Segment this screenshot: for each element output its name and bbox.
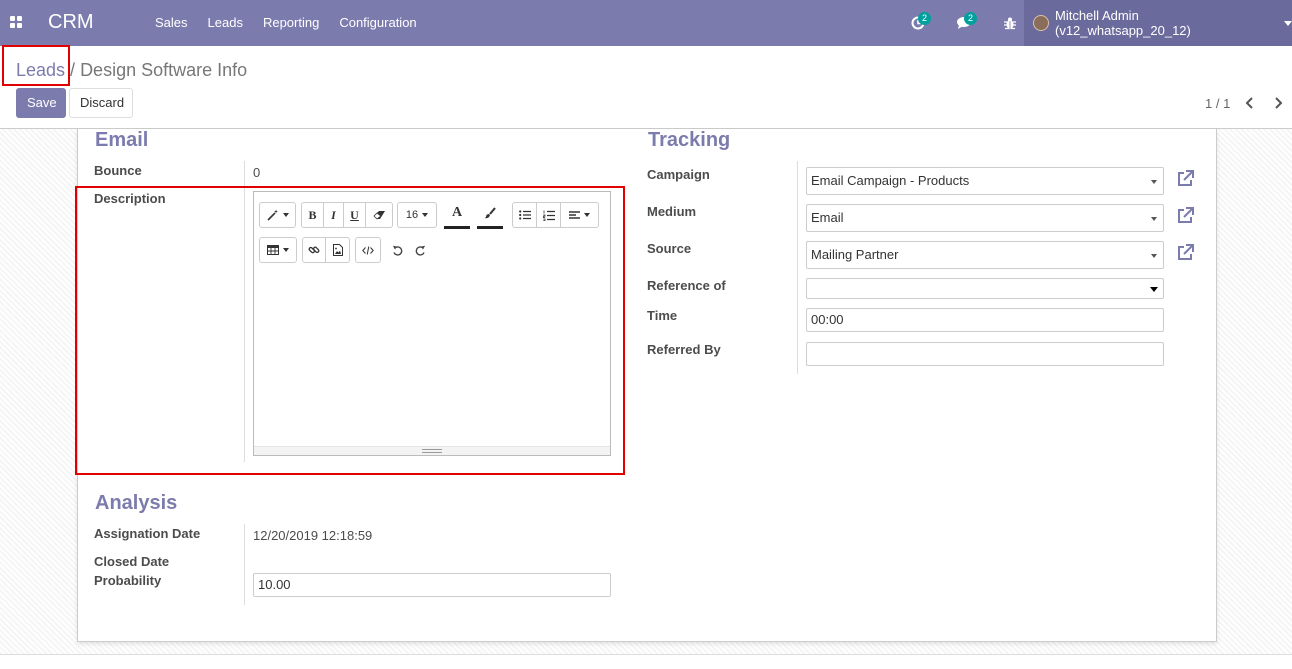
assignation-date-label: Assignation Date bbox=[94, 526, 201, 541]
chevron-down-icon bbox=[1150, 287, 1158, 292]
external-link-icon[interactable] bbox=[1175, 243, 1195, 263]
avatar bbox=[1033, 15, 1049, 31]
source-value: Mailing Partner bbox=[811, 247, 899, 262]
highlight-box-description bbox=[75, 186, 625, 475]
highlight-box-leads bbox=[2, 45, 70, 86]
bug-icon bbox=[1004, 17, 1016, 29]
analysis-section-title: Analysis bbox=[95, 492, 178, 514]
chevron-left-icon[interactable] bbox=[1244, 97, 1256, 109]
menu-item-sales[interactable]: Sales bbox=[145, 0, 198, 46]
divider bbox=[244, 524, 245, 605]
medium-select[interactable]: Email bbox=[806, 204, 1164, 232]
top-navbar: CRM Sales Leads Reporting Configuration … bbox=[0, 0, 1292, 46]
assignation-date-value: 12/20/2019 12:18:59 bbox=[253, 528, 373, 543]
closed-date-label: Closed Date bbox=[94, 554, 170, 569]
pager-value[interactable]: 1 / 1 bbox=[1205, 96, 1230, 111]
chevron-down-icon bbox=[1151, 254, 1157, 258]
email-section-title: Email bbox=[95, 129, 149, 151]
save-button[interactable]: Save bbox=[16, 88, 66, 118]
chevron-right-icon[interactable] bbox=[1272, 97, 1284, 109]
source-select[interactable]: Mailing Partner bbox=[806, 241, 1164, 269]
campaign-value: Email Campaign - Products bbox=[811, 173, 970, 188]
menu-item-reporting[interactable]: Reporting bbox=[253, 0, 329, 46]
breadcrumb-current: Design Software Info bbox=[80, 60, 248, 80]
apps-menu-icon[interactable] bbox=[10, 16, 22, 28]
activity-badge: 2 bbox=[918, 12, 932, 25]
external-link-icon[interactable] bbox=[1175, 206, 1195, 226]
medium-label: Medium bbox=[647, 204, 697, 219]
referred-by-input[interactable] bbox=[806, 342, 1164, 366]
campaign-label: Campaign bbox=[647, 167, 710, 182]
divider bbox=[797, 161, 798, 374]
reference-of-label: Reference of bbox=[647, 278, 726, 293]
probability-input[interactable]: 10.00 bbox=[253, 573, 611, 597]
menu-item-configuration[interactable]: Configuration bbox=[329, 0, 426, 46]
divider bbox=[0, 654, 1292, 655]
app-brand[interactable]: CRM bbox=[48, 11, 94, 34]
messages-badge: 2 bbox=[964, 12, 978, 25]
chevron-down-icon bbox=[1151, 217, 1157, 221]
bounce-label: Bounce bbox=[94, 163, 142, 178]
main-menu: Sales Leads Reporting Configuration bbox=[145, 0, 427, 46]
chevron-down-icon bbox=[1151, 180, 1157, 184]
user-name: Mitchell Admin (v12_whatsapp_20_12) bbox=[1054, 8, 1191, 38]
tracking-section-title: Tracking bbox=[648, 129, 731, 151]
probability-label: Probability bbox=[94, 573, 162, 588]
source-label: Source bbox=[647, 241, 692, 256]
user-menu[interactable]: Mitchell Admin (v12_whatsapp_20_12) bbox=[1024, 0, 1292, 46]
bounce-value: 0 bbox=[253, 165, 261, 180]
discard-button[interactable]: Discard bbox=[69, 88, 133, 118]
control-panel: Leads / Design Software Info Save Discar… bbox=[0, 46, 1292, 129]
campaign-select[interactable]: Email Campaign - Products bbox=[806, 167, 1164, 195]
time-input[interactable]: 00:00 bbox=[806, 308, 1164, 332]
menu-item-leads[interactable]: Leads bbox=[198, 0, 253, 46]
medium-value: Email bbox=[811, 210, 844, 225]
messages-button[interactable]: 2 bbox=[941, 0, 987, 46]
referred-by-label: Referred By bbox=[647, 342, 721, 357]
reference-of-select[interactable] bbox=[806, 278, 1164, 299]
systray: 2 2 bbox=[895, 0, 1033, 46]
external-link-icon[interactable] bbox=[1175, 169, 1195, 189]
activity-button[interactable]: 2 bbox=[895, 0, 941, 46]
chevron-down-icon bbox=[1284, 20, 1292, 26]
time-label: Time bbox=[647, 308, 678, 323]
